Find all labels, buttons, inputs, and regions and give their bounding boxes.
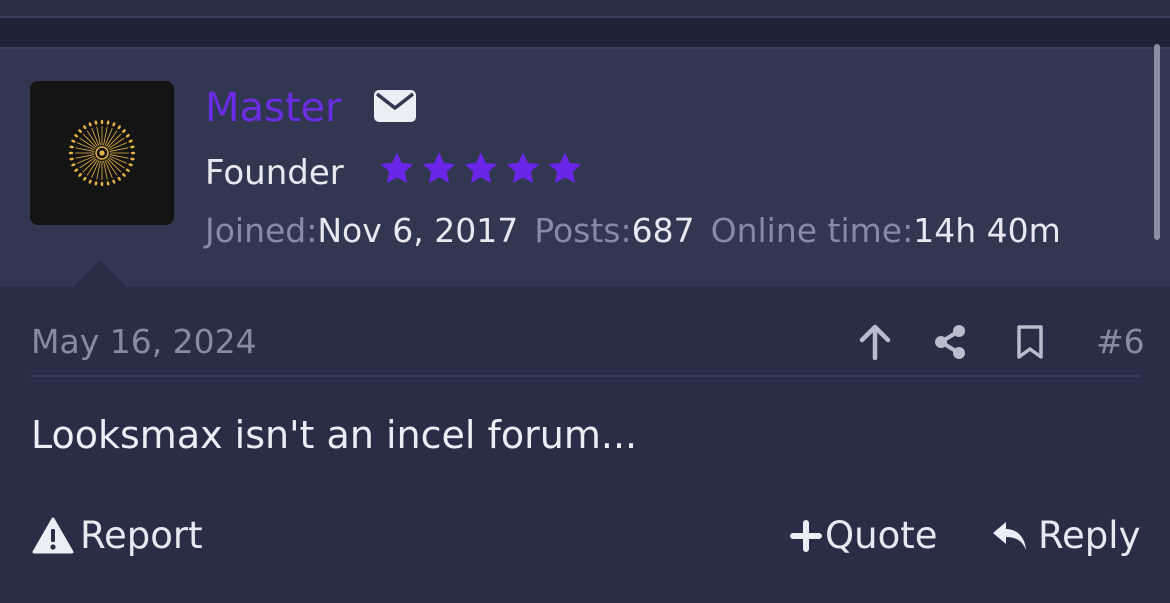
online-time-value: 14h 40m [913,211,1061,250]
plus-icon [790,520,822,552]
reply-button[interactable]: Reply [990,513,1140,559]
reply-icon [993,522,1026,550]
top-bar [0,0,1170,18]
star-icon [422,152,456,184]
share-icon[interactable] [932,324,968,360]
user-title: Founder [205,153,344,193]
online-time-label: Online time: [710,211,914,250]
warning-icon [32,517,74,554]
star-icon [380,152,414,184]
panel-pointer [72,260,128,288]
report-button[interactable]: Report [32,513,203,559]
username-link[interactable]: Master [205,84,342,132]
post-number-link[interactable]: #6 [1096,320,1145,364]
post-body: Looksmax isn't an incel forum... [31,413,638,457]
posts-label: Posts: [534,211,632,250]
star-icon [548,152,582,184]
quote-label: Quote [825,514,938,557]
posts-value: 687 [631,211,695,250]
arrow-up-icon[interactable] [858,324,892,360]
reply-label: Reply [1038,514,1141,557]
user-stats: Joined:Nov 6, 2017 Posts:687 Online time:1… [205,209,1061,253]
bookmark-icon[interactable] [1014,324,1046,360]
header-strip [0,18,1170,49]
post-actions: #6 [0,320,1170,364]
post-divider [30,375,1140,377]
avatar[interactable] [30,81,174,225]
sun-logo-icon [68,119,136,187]
post-footer-actions: Report Quote Reply [0,513,1170,559]
star-icon [464,152,498,184]
envelope-icon[interactable] [374,90,416,122]
joined-label: Joined: [205,211,318,250]
scrollbar[interactable] [1154,44,1160,240]
report-label: Report [80,514,203,557]
joined-value: Nov 6, 2017 [317,211,519,250]
quote-button[interactable]: Quote [790,513,937,559]
user-rating [378,150,584,188]
star-icon [506,152,540,184]
